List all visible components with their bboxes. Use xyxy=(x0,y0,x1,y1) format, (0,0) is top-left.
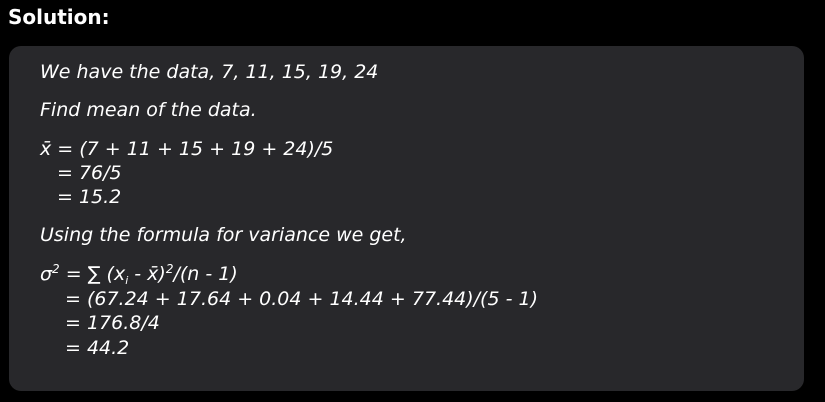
variance-formula: σ2 = ∑ (xi - x̄)2/(n - 1) xyxy=(40,262,238,286)
mean-step-1: = 76/5 xyxy=(57,162,122,184)
mean-step-2: = 15.2 xyxy=(57,186,122,208)
mean-formula-expression: = (7 + 11 + 15 + 19 + 24)/5 xyxy=(51,138,334,160)
variance-formula-part-1: = ∑ (x xyxy=(59,263,126,285)
variance-step-1: = (67.24 + 17.64 + 0.04 + 14.44 + 77.44)… xyxy=(65,288,538,310)
solution-heading: Solution: xyxy=(8,5,110,29)
variance-formula-part-2: - x̄) xyxy=(128,263,166,285)
sigma-symbol: σ xyxy=(40,263,53,285)
variance-formula-part-3: /(n - 1) xyxy=(173,263,238,285)
variance-step-2: = 176.8/4 xyxy=(65,312,160,334)
data-statement: We have the data, 7, 11, 15, 19, 24 xyxy=(40,61,379,83)
sigma-power: 2 xyxy=(52,262,60,276)
mean-formula: x̄ = (7 + 11 + 15 + 19 + 24)/5 xyxy=(40,137,333,161)
variance-intro: Using the formula for variance we get, xyxy=(40,224,407,246)
mean-symbol: x̄ xyxy=(40,138,52,160)
solution-card: We have the data, 7, 11, 15, 19, 24 Find… xyxy=(9,46,804,391)
variance-step-3: = 44.2 xyxy=(65,337,130,359)
find-mean-statement: Find mean of the data. xyxy=(40,99,257,121)
